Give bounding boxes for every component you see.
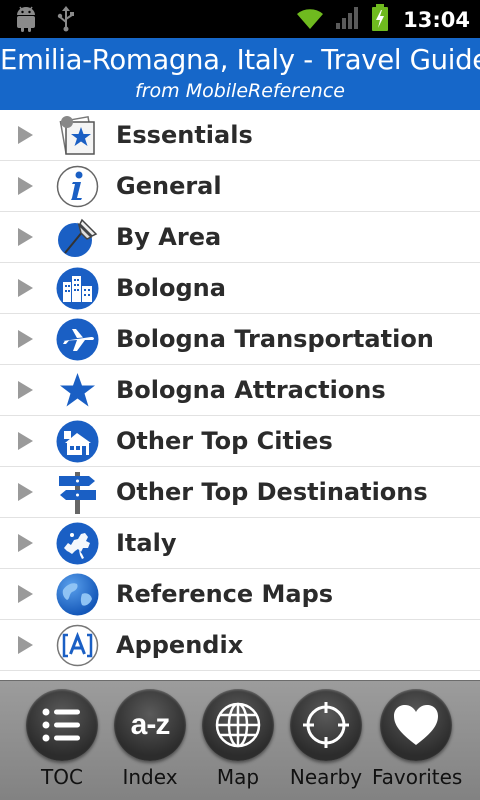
expand-arrow-icon[interactable] xyxy=(18,636,33,654)
toc-item-label: Essentials xyxy=(116,121,253,149)
expand-arrow-icon[interactable] xyxy=(18,330,33,348)
expand-arrow-icon[interactable] xyxy=(18,483,33,501)
expand-arrow-icon[interactable] xyxy=(18,432,33,450)
status-notifications xyxy=(14,6,76,36)
airplane-icon xyxy=(55,317,100,362)
map-button-label: Map xyxy=(216,765,260,789)
toc-item-label: By Area xyxy=(116,223,222,251)
toc-item-label: Bologna Transportation xyxy=(116,325,434,353)
toc-list: Essentials General By Area Bologna Bolog… xyxy=(0,110,480,671)
favorites-button-label: Favorites xyxy=(372,765,463,789)
toc-button[interactable]: TOC xyxy=(18,687,106,797)
app-header: Emilia-Romagna, Italy - Travel Guide fro… xyxy=(0,38,480,110)
essentials-icon xyxy=(55,113,100,158)
toc-item-bologna-attractions[interactable]: Bologna Attractions xyxy=(0,365,480,416)
star-icon xyxy=(55,368,100,413)
toc-item-other-top-cities[interactable]: Other Top Cities xyxy=(0,416,480,467)
toc-button-label: TOC xyxy=(41,765,83,789)
toc-item-label: Bologna Attractions xyxy=(116,376,386,404)
expand-arrow-icon[interactable] xyxy=(18,228,33,246)
toc-item-reference-maps[interactable]: Reference Maps xyxy=(0,569,480,620)
globe-grid-icon[interactable] xyxy=(202,689,274,761)
toc-item-essentials[interactable]: Essentials xyxy=(0,110,480,161)
toc-item-label: Other Top Destinations xyxy=(116,478,428,506)
expand-arrow-icon[interactable] xyxy=(18,126,33,144)
page-subtitle: from MobileReference xyxy=(135,80,345,102)
house-icon xyxy=(55,419,100,464)
expand-arrow-icon[interactable] xyxy=(18,585,33,603)
a-z-icon[interactable]: a-z xyxy=(114,689,186,761)
info-icon xyxy=(55,164,100,209)
toc-item-other-top-destinations[interactable]: Other Top Destinations xyxy=(0,467,480,518)
europe-map-icon xyxy=(55,521,100,566)
status-clock: 13:04 xyxy=(403,8,470,32)
toc-item-label: Reference Maps xyxy=(116,580,334,608)
bottom-toolbar: TOC a-z Index Map Nearby Favorites xyxy=(0,680,480,800)
list-icon[interactable] xyxy=(26,689,98,761)
toc-item-general[interactable]: General xyxy=(0,161,480,212)
crosshair-icon[interactable] xyxy=(290,689,362,761)
appendix-bracket-icon xyxy=(55,623,100,668)
map-button[interactable]: Map xyxy=(194,687,282,797)
favorites-button[interactable]: Favorites xyxy=(372,687,463,797)
heart-icon[interactable] xyxy=(380,689,452,761)
signpost-icon xyxy=(55,470,100,515)
toc-item-label: General xyxy=(116,172,222,200)
toc-item-label: Appendix xyxy=(116,631,244,659)
nearby-button-label: Nearby xyxy=(289,765,363,789)
expand-arrow-icon[interactable] xyxy=(18,279,33,297)
pushpin-icon xyxy=(55,215,100,260)
a-z-icon-text: a-z xyxy=(130,708,171,741)
android-icon xyxy=(14,6,38,36)
usb-icon xyxy=(56,6,76,36)
signal-icon xyxy=(335,5,361,35)
wifi-icon xyxy=(295,5,325,35)
status-bar: 13:04 xyxy=(0,0,480,38)
toc-item-bologna[interactable]: Bologna xyxy=(0,263,480,314)
expand-arrow-icon[interactable] xyxy=(18,177,33,195)
battery-charging-icon xyxy=(371,4,389,36)
index-button-label: Index xyxy=(122,765,178,789)
expand-arrow-icon[interactable] xyxy=(18,534,33,552)
nearby-button[interactable]: Nearby xyxy=(282,687,370,797)
toc-item-italy[interactable]: Italy xyxy=(0,518,480,569)
toc-item-label: Italy xyxy=(116,529,177,557)
city-buildings-icon xyxy=(55,266,100,311)
toc-item-bologna-transportation[interactable]: Bologna Transportation xyxy=(0,314,480,365)
index-button[interactable]: a-z Index xyxy=(106,687,194,797)
expand-arrow-icon[interactable] xyxy=(18,381,33,399)
toc-item-label: Other Top Cities xyxy=(116,427,333,455)
toc-item-appendix[interactable]: Appendix xyxy=(0,620,480,671)
page-title: Emilia-Romagna, Italy - Travel Guide xyxy=(0,44,480,76)
toc-item-by-area[interactable]: By Area xyxy=(0,212,480,263)
globe-icon xyxy=(55,572,100,617)
toc-item-label: Bologna xyxy=(116,274,226,302)
